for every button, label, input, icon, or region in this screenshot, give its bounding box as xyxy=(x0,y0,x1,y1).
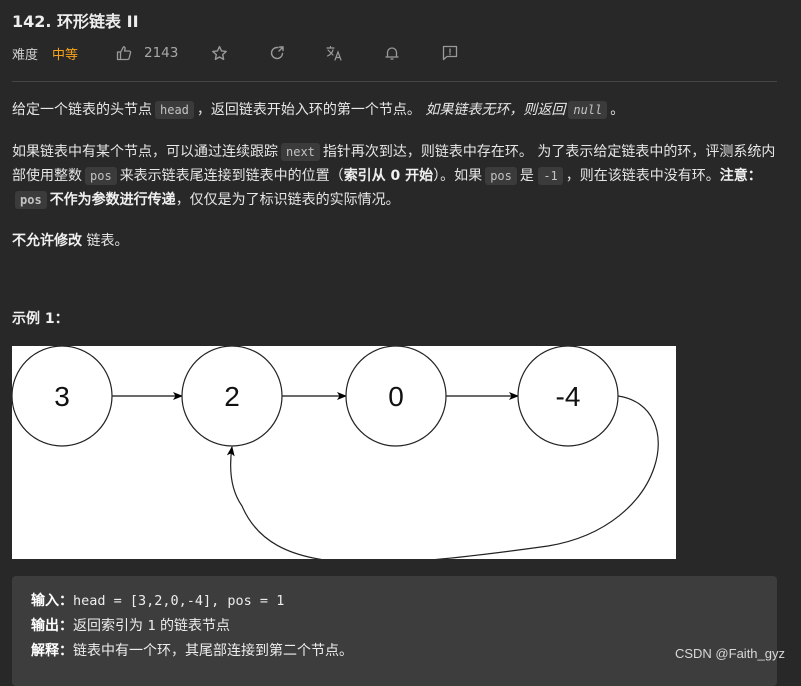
favorite-button[interactable] xyxy=(211,42,228,64)
text: ，则在该链表中没有环。 xyxy=(565,168,720,184)
text: ）。如果 xyxy=(433,168,483,184)
output-text: 返回索引为 xyxy=(73,618,143,634)
explanation-label: 解释： xyxy=(31,643,73,659)
text: 链表。 xyxy=(86,233,129,249)
example-block: 输入：head = [3,2,0,-4], pos = 1 输出：返回索引为 1… xyxy=(12,576,777,686)
code-null: null xyxy=(568,101,608,119)
text: 是 xyxy=(519,168,534,184)
text: 给定一个链表的头节点 xyxy=(12,102,152,118)
description-paragraph-2: 如果链表中有某个节点，可以通过连续跟踪 next 指针再次到达，则链表中存在环。 为… xyxy=(12,140,782,212)
example-output: 输出：返回索引为 1 的链表节点 xyxy=(31,616,230,636)
diagram-svg: 3 2 0 -4 xyxy=(11,345,659,564)
code-pos: pos xyxy=(15,191,47,209)
output-text: 的链表节点 xyxy=(160,618,231,634)
list-node-value: 3 xyxy=(54,381,70,412)
feedback-icon xyxy=(442,45,458,61)
share-button[interactable] xyxy=(269,42,285,64)
input-label: 输入： xyxy=(31,593,73,609)
list-node-value: 0 xyxy=(388,381,404,412)
code-pos: pos xyxy=(85,167,117,185)
subscribe-button[interactable] xyxy=(384,42,400,64)
bold-text: 索引从 0 开始 xyxy=(343,168,434,184)
bold-text: 不允许修改 xyxy=(12,233,82,249)
italic-text: 如果链表无环，则返回 xyxy=(425,102,566,118)
code-pos: pos xyxy=(485,167,517,185)
example-explanation: 解释：链表中有一个环，其尾部连接到第二个节点。 xyxy=(31,641,353,661)
description-paragraph-3: 不允许修改 链表。 xyxy=(12,229,782,253)
header-divider xyxy=(12,81,777,82)
bold-text: 不作为参数进行传递 xyxy=(49,192,176,208)
bell-icon xyxy=(384,45,400,61)
difficulty-badge: 中等 xyxy=(52,47,79,63)
description-paragraph-1: 给定一个链表的头节点 head ，返回链表开始入环的第一个节点。 如果链表无环，则返… xyxy=(12,98,782,122)
text: 。 xyxy=(610,102,625,118)
text: 来表示链表尾连接到链表中的位置（ xyxy=(119,168,344,184)
like-button[interactable]: 2143 xyxy=(116,42,178,64)
thumbs-up-icon xyxy=(116,45,132,61)
code-head: head xyxy=(155,101,194,119)
explanation-value: 链表中有一个环，其尾部连接到第二个节点。 xyxy=(73,643,353,659)
input-value: head = [3,2,0,-4], pos = 1 xyxy=(73,593,285,609)
example-input: 输入：head = [3,2,0,-4], pos = 1 xyxy=(31,591,284,611)
example-heading: 示例 1： xyxy=(12,307,782,331)
star-icon xyxy=(211,45,228,62)
code-minus-one: -1 xyxy=(538,167,563,185)
output-label: 输出： xyxy=(31,618,73,634)
share-icon xyxy=(269,45,285,61)
translate-icon xyxy=(326,45,343,61)
problem-title: 142. 环形链表 II xyxy=(12,12,139,31)
output-index: 1 xyxy=(147,618,156,634)
list-node-value: 2 xyxy=(224,381,240,412)
difficulty-label: 难度 xyxy=(12,47,39,63)
feedback-button[interactable] xyxy=(442,42,458,64)
list-node-value: -4 xyxy=(556,381,581,412)
like-count: 2143 xyxy=(144,45,179,61)
text: ，仅仅是为了标识链表的实际情况。 xyxy=(175,192,400,208)
text: ，返回链表开始入环的第一个节点。 xyxy=(196,102,421,118)
problem-meta-bar: 难度 中等 2143 xyxy=(12,42,472,64)
translate-button[interactable] xyxy=(326,42,343,64)
watermark: CSDN @Faith_gyz xyxy=(674,646,785,661)
code-next: next xyxy=(281,143,320,161)
bold-text: 注意： xyxy=(719,168,762,184)
example-title: 示例 1： xyxy=(12,311,69,327)
text: 如果链表中有某个节点，可以通过连续跟踪 xyxy=(12,144,278,160)
linked-list-diagram: 3 2 0 -4 xyxy=(11,345,676,564)
